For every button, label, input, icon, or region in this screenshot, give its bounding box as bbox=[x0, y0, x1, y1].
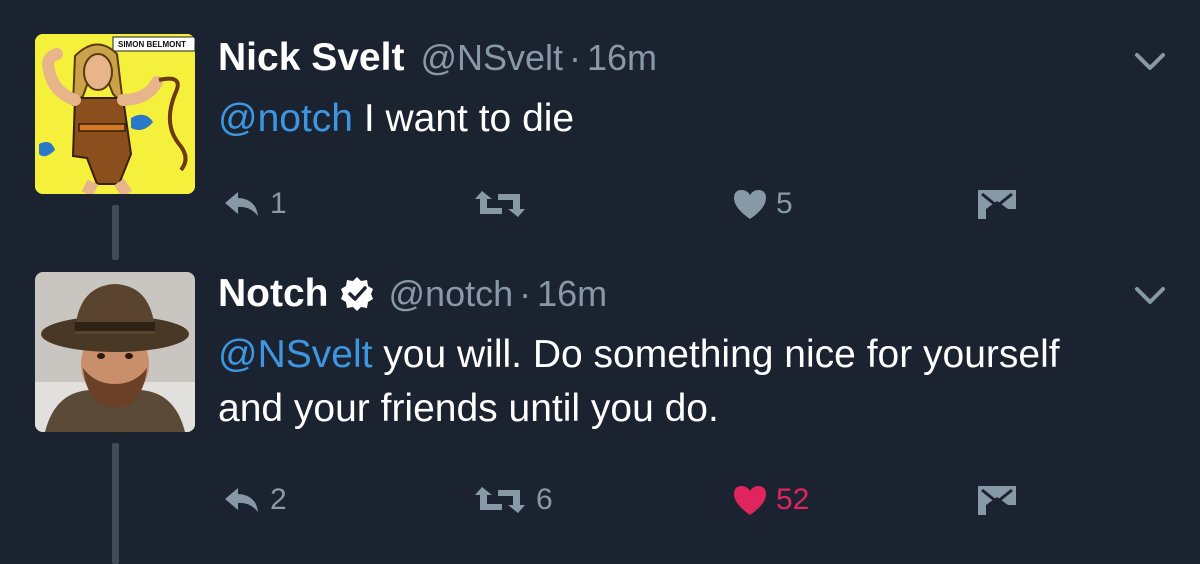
verified-badge-icon bbox=[340, 277, 373, 311]
reply-button[interactable]: 2 bbox=[222, 480, 287, 520]
retweet-button[interactable]: 6 bbox=[472, 480, 553, 520]
photo-avatar-image bbox=[35, 272, 195, 432]
reply-count: 2 bbox=[270, 483, 287, 516]
cartoon-avatar-image: SIMON BELMONT bbox=[35, 34, 195, 194]
reply-icon bbox=[225, 192, 258, 216]
avatar-notch[interactable] bbox=[35, 272, 195, 432]
mention-link[interactable]: @notch bbox=[218, 97, 353, 140]
retweet-count: 6 bbox=[536, 483, 553, 516]
reply-icon bbox=[225, 488, 258, 512]
like-count: 52 bbox=[776, 483, 810, 516]
tweet-header: Notch @notch · 16m bbox=[218, 270, 607, 318]
display-name[interactable]: Notch bbox=[218, 272, 329, 316]
retweet-button[interactable] bbox=[472, 184, 536, 224]
reply-button[interactable]: 1 bbox=[222, 184, 287, 224]
direct-message-icon bbox=[978, 486, 1016, 515]
mention-link[interactable]: @NSvelt bbox=[218, 333, 372, 376]
avatar-nick-svelt[interactable]: SIMON BELMONT bbox=[35, 34, 195, 194]
timestamp[interactable]: 16m bbox=[537, 273, 607, 315]
avatar-caption: SIMON BELMONT bbox=[118, 40, 186, 49]
heart-icon bbox=[734, 486, 766, 515]
user-handle[interactable]: @notch bbox=[389, 273, 514, 315]
tweet-text: @notch I want to die bbox=[218, 92, 1158, 146]
direct-message-button[interactable] bbox=[976, 480, 1018, 520]
user-handle[interactable]: @NSvelt bbox=[420, 37, 563, 79]
retweet-icon bbox=[475, 191, 525, 217]
tweet-actions: 2 6 52 bbox=[0, 480, 1200, 520]
like-button[interactable]: 52 bbox=[732, 480, 809, 520]
direct-message-button[interactable] bbox=[976, 184, 1018, 224]
like-count: 5 bbox=[776, 187, 793, 220]
tweet-nick-svelt[interactable]: SIMON BELMONT Nick Svelt @NSvelt · 16m @… bbox=[0, 0, 1200, 260]
like-button[interactable]: 5 bbox=[732, 184, 793, 224]
retweet-icon bbox=[475, 487, 525, 513]
tweet-header: Nick Svelt @NSvelt · 16m bbox=[218, 34, 657, 82]
tweet-thread: SIMON BELMONT Nick Svelt @NSvelt · 16m @… bbox=[0, 0, 1200, 564]
tweet-actions: 1 5 bbox=[0, 184, 1200, 224]
direct-message-icon bbox=[978, 190, 1016, 219]
reply-count: 1 bbox=[270, 187, 287, 220]
tweet-text: @NSvelt you will. Do something nice for … bbox=[218, 328, 1118, 436]
separator-dot: · bbox=[519, 273, 532, 314]
heart-icon bbox=[734, 190, 766, 219]
chevron-down-icon[interactable] bbox=[1134, 52, 1166, 72]
tweet-notch[interactable]: Notch @notch · 16m @NSvelt you will. Do … bbox=[0, 250, 1200, 564]
separator-dot: · bbox=[569, 37, 582, 78]
tweet-body-text: I want to die bbox=[353, 97, 575, 140]
display-name[interactable]: Nick Svelt bbox=[218, 36, 404, 80]
chevron-down-icon[interactable] bbox=[1134, 286, 1166, 306]
timestamp[interactable]: 16m bbox=[587, 37, 657, 79]
